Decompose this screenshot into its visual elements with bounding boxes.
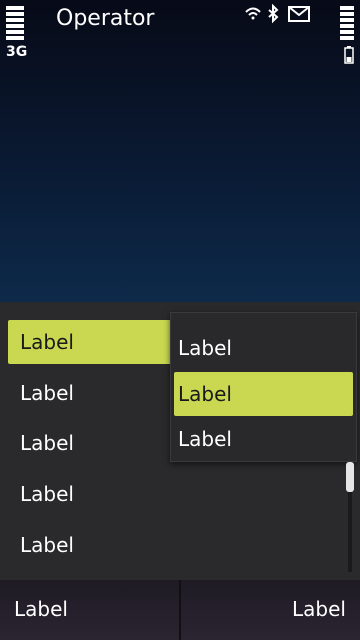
right-softkey[interactable]: Label bbox=[181, 580, 360, 640]
list-item[interactable]: Label bbox=[8, 320, 178, 364]
battery-icon bbox=[344, 46, 354, 64]
list-item[interactable]: Label bbox=[8, 371, 178, 415]
scrollbar-thumb[interactable] bbox=[346, 462, 354, 492]
status-icons bbox=[244, 3, 314, 26]
popup-item[interactable]: Label bbox=[174, 417, 353, 461]
operator-name: Operator bbox=[56, 6, 155, 31]
mail-icon bbox=[288, 6, 310, 22]
list-item[interactable]: Label bbox=[8, 421, 178, 465]
popup-menu: Label Label Label bbox=[170, 312, 357, 462]
network-type: 3G bbox=[6, 44, 28, 60]
left-softkey[interactable]: Label bbox=[0, 580, 179, 640]
list-item[interactable]: Label bbox=[8, 472, 178, 516]
softkey-divider bbox=[179, 580, 181, 640]
wifi-icon bbox=[245, 7, 261, 20]
popup-item[interactable]: Label bbox=[174, 326, 353, 370]
bluetooth-icon bbox=[268, 3, 279, 24]
popup-item[interactable]: Label bbox=[174, 372, 353, 416]
battery-level-bars bbox=[340, 6, 354, 42]
signal-strength-icon bbox=[6, 6, 24, 42]
list-item[interactable]: Label bbox=[8, 523, 178, 567]
wallpaper bbox=[0, 0, 360, 302]
